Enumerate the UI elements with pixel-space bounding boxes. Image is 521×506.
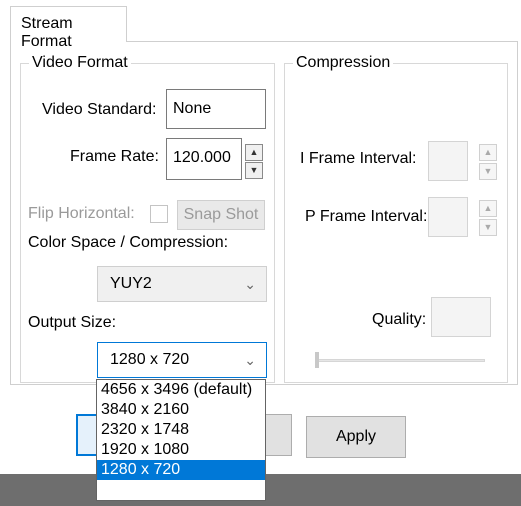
video-format-legend: Video Format — [29, 53, 131, 73]
i-frame-interval-input[interactable] — [428, 141, 468, 181]
list-item[interactable]: 4656 x 3496 (default) — [97, 380, 265, 400]
quality-slider-track[interactable] — [315, 359, 485, 362]
list-item[interactable]: 3840 x 2160 — [97, 400, 265, 420]
chevron-down-icon: ⌄ — [244, 352, 256, 368]
quality-input[interactable] — [431, 297, 491, 337]
i-frame-down-arrow-icon[interactable]: ▼ — [479, 163, 497, 180]
apply-button[interactable]: Apply — [306, 416, 406, 458]
output-size-label: Output Size: — [28, 314, 117, 331]
output-size-select[interactable]: 1280 x 720 ⌄ — [97, 342, 267, 378]
p-frame-up-arrow-icon[interactable]: ▲ — [479, 200, 497, 217]
tab-stream-format[interactable]: Stream Format — [10, 6, 127, 50]
color-space-value: YUY2 — [110, 275, 152, 292]
tab-stream-format-label: Stream Format — [21, 15, 73, 50]
video-standard-label: Video Standard: — [42, 101, 157, 118]
p-frame-interval-input[interactable] — [428, 197, 468, 237]
frame-rate-down-arrow-icon[interactable]: ▼ — [245, 162, 263, 179]
quality-slider-thumb[interactable] — [315, 352, 319, 368]
flip-horizontal-checkbox[interactable] — [150, 205, 168, 223]
flip-horizontal-label: Flip Horizontal: — [28, 205, 135, 222]
output-size-value: 1280 x 720 — [110, 351, 190, 368]
list-item-selected[interactable]: 1280 x 720 — [97, 460, 265, 480]
snap-shot-button[interactable]: Snap Shot — [177, 200, 265, 230]
color-space-label: Color Space / Compression: — [28, 234, 229, 251]
frame-rate-label: Frame Rate: — [70, 148, 159, 165]
output-size-dropdown-list: 4656 x 3496 (default) 3840 x 2160 2320 x… — [96, 379, 266, 501]
p-frame-down-arrow-icon[interactable]: ▼ — [479, 219, 497, 236]
i-frame-interval-label: I Frame Interval: — [300, 150, 417, 167]
list-item[interactable]: 1920 x 1080 — [97, 440, 265, 460]
compression-legend: Compression — [293, 53, 394, 73]
p-frame-interval-label: P Frame Interval: — [305, 208, 428, 225]
list-item[interactable]: 2320 x 1748 — [97, 420, 265, 440]
video-standard-field: None — [166, 89, 266, 129]
color-space-select[interactable]: YUY2 ⌄ — [97, 266, 267, 302]
frame-rate-up-arrow-icon[interactable]: ▲ — [245, 144, 263, 161]
chevron-down-icon: ⌄ — [244, 276, 256, 292]
video-standard-value: None — [173, 100, 212, 117]
frame-rate-value: 120.000 — [173, 149, 231, 166]
quality-label: Quality: — [372, 311, 427, 328]
frame-rate-input[interactable]: 120.000 — [166, 138, 242, 180]
i-frame-up-arrow-icon[interactable]: ▲ — [479, 144, 497, 161]
